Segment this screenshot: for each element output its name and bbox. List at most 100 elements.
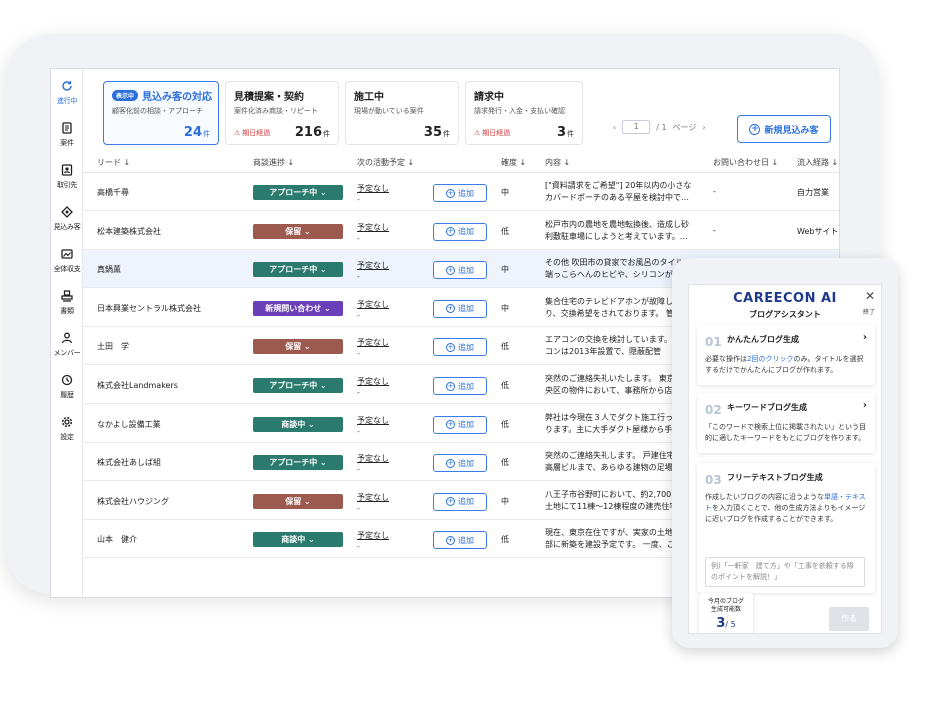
progress-status-dropdown[interactable]: アプローチ中 ⌄ <box>253 455 343 471</box>
count-unit: 件 <box>203 130 210 138</box>
inquiry-date: - <box>713 187 716 196</box>
inquiry-date: - <box>713 225 716 235</box>
col-lead[interactable]: リード ↓ <box>97 157 130 168</box>
next-activity[interactable]: 予定なし <box>357 299 389 310</box>
prev-page-button[interactable]: ‹ <box>613 123 616 132</box>
confidence: 低 <box>501 535 509 545</box>
overdue-alert: ⚠ 期日経過 <box>474 128 510 138</box>
card-title: 請求中 <box>474 92 504 103</box>
assistant-title: ブログアシスタント <box>749 310 821 319</box>
lead-name[interactable]: 高橋千尋 <box>97 187 129 198</box>
lead-name[interactable]: 真鍋薫 <box>97 264 121 275</box>
option-description: 作成したいブログの内容に沿うような単語・テキストを入力頂くことで、他の生成方法よ… <box>705 492 867 525</box>
next-activity[interactable]: 予定なし <box>357 222 389 233</box>
next-activity[interactable]: 予定なし <box>357 376 389 387</box>
col-progress[interactable]: 商談進捗 ↓ <box>253 157 294 168</box>
sidebar-item-settings[interactable]: 設定 <box>51 415 83 442</box>
create-button[interactable]: 作る <box>829 607 869 631</box>
progress-status-dropdown[interactable]: 商談中 ⌄ <box>253 532 343 548</box>
col-confidence[interactable]: 確度 ↓ <box>501 157 526 168</box>
add-activity-button[interactable]: + 追加 <box>433 184 487 202</box>
sidebar-item-label: 進行中 <box>56 97 78 105</box>
col-source[interactable]: 流入経路 ↓ <box>797 157 838 168</box>
count-value: 24 <box>183 125 202 140</box>
sidebar-item-in-progress[interactable]: 進行中 <box>51 79 83 106</box>
displaying-badge: 表示中 <box>112 90 139 101</box>
progress-status-dropdown[interactable]: 保留 ⌄ <box>253 339 343 355</box>
sidebar-item-clients[interactable]: 取引先 <box>51 163 83 190</box>
sidebar-item-documents[interactable]: 書類 <box>51 289 83 316</box>
add-activity-button[interactable]: + 追加 <box>433 377 487 395</box>
warning-icon: ⚠ <box>474 129 481 137</box>
confidence: 低 <box>501 226 509 236</box>
next-page-button[interactable]: › <box>702 123 705 132</box>
confidence: 中 <box>501 303 509 313</box>
page-input[interactable]: 1 <box>622 120 651 134</box>
count-unit: 件 <box>443 130 450 138</box>
col-inquiry-date[interactable]: お問い合わせ日 ↓ <box>713 157 778 168</box>
add-activity-button[interactable]: + 追加 <box>433 338 487 357</box>
new-prospect-button[interactable]: + 新規見込み客 <box>737 115 831 143</box>
next-activity-date: - <box>357 503 360 513</box>
lead-name[interactable]: 株式会社ハウジング <box>97 496 169 507</box>
progress-status-dropdown[interactable]: アプローチ中 ⌄ <box>253 378 343 393</box>
next-activity[interactable]: 予定なし <box>357 530 389 541</box>
plus-icon: + <box>446 342 455 352</box>
add-activity-button[interactable]: + 追加 <box>433 299 487 318</box>
inquiry-content: 松戸市内の農地を農地転換後、造成し砂利敷駐車場にしようと考えています。… <box>545 219 689 241</box>
progress-status-dropdown[interactable]: 新規問い合わせ ⌄ <box>253 300 343 316</box>
sidebar-item-label: 履歴 <box>60 391 74 399</box>
sidebar-item-history[interactable]: 履歴 <box>51 373 83 400</box>
freetext-input[interactable]: 例)「一軒家 建て方」や「工事を依頼する際のポイントを解説！」 <box>705 557 865 587</box>
lead-name[interactable]: 土田 学 <box>97 341 129 352</box>
lead-name[interactable]: 松本建築株式会社 <box>97 226 161 237</box>
card-subtitle: 案件化済み商談・リピート <box>234 107 318 115</box>
sidebar-item-label: 案件 <box>60 139 74 147</box>
next-activity[interactable]: 予定なし <box>357 260 389 271</box>
col-next-activity[interactable]: 次の活動予定 ↓ <box>357 157 414 168</box>
next-activity[interactable]: 予定なし <box>357 492 389 503</box>
progress-status-dropdown[interactable]: 保留 ⌄ <box>253 493 343 509</box>
progress-status-dropdown[interactable]: アプローチ中 ⌄ <box>253 262 343 278</box>
lead-name[interactable]: 日本興業セントラル株式会社 <box>97 303 201 314</box>
table-row[interactable]: 松本建築株式会社 保留 ⌄ 予定なし - + 追加 低 松戸市内の農地を農地転換後、造成し砂利… <box>83 212 839 250</box>
add-activity-button[interactable]: + 追加 <box>433 222 487 241</box>
col-content[interactable]: 内容 ↓ <box>545 157 570 168</box>
add-activity-button[interactable]: + 追加 <box>433 261 487 280</box>
sidebar-item-projects[interactable]: 案件 <box>51 121 83 148</box>
progress-status-dropdown[interactable]: 保留 ⌄ <box>253 223 343 239</box>
next-activity[interactable]: 予定なし <box>357 337 389 348</box>
alert-text: 期日経過 <box>242 129 271 137</box>
card-estimate-contract[interactable]: 見積提案・契約 案件化済み商談・リピート ⚠ 期日経過 216件 <box>225 81 339 145</box>
lead-name[interactable]: 株式会社Landmakers <box>97 380 178 391</box>
history-icon <box>60 373 74 387</box>
add-label: 追加 <box>458 227 474 237</box>
card-under-construction[interactable]: 施工中 現場が動いている案件 35件 <box>345 81 459 145</box>
sidebar: 進行中 案件 取引先 見込み客 全体収支 書類 メンバー 履歴 設定 <box>51 69 83 597</box>
lead-name[interactable]: なかよし設備工業 <box>97 419 161 430</box>
add-activity-button[interactable]: + 追加 <box>433 415 487 434</box>
sidebar-item-members[interactable]: メンバー <box>51 331 83 358</box>
next-activity[interactable]: 予定なし <box>357 183 389 194</box>
add-label: 追加 <box>458 497 474 507</box>
card-invoicing[interactable]: 請求中 請求発行・入金・支払い確認 ⚠ 期日経過 3件 <box>465 81 583 145</box>
card-prospects[interactable]: 表示中 見込み客の対応 顧客化前の相談・アプローチ 24件 <box>103 81 219 145</box>
sidebar-item-prospects[interactable]: 見込み客 <box>51 205 83 232</box>
next-activity[interactable]: 予定なし <box>357 453 389 464</box>
add-activity-button[interactable]: + 追加 <box>433 454 487 473</box>
next-activity-date: - <box>357 542 360 552</box>
progress-status-dropdown[interactable]: アプローチ中 ⌄ <box>253 185 343 200</box>
sidebar-item-overall-balance[interactable]: 全体収支 <box>51 247 83 274</box>
add-activity-button[interactable]: + 追加 <box>433 531 487 550</box>
progress-status-dropdown[interactable]: 商談中 ⌄ <box>253 416 343 432</box>
option-keyword-blog[interactable]: 02 キーワードブログ生成 › 「このワードで検索上位に掲載されたい」という目的… <box>697 393 875 453</box>
close-icon[interactable]: ✕ <box>865 289 875 303</box>
option-easy-blog[interactable]: 01 かんたんブログ生成 › 必要な操作は2回のクリックのみ。タイトルを選択する… <box>697 325 875 385</box>
add-activity-button[interactable]: + 追加 <box>433 492 487 511</box>
next-activity[interactable]: 予定なし <box>357 415 389 426</box>
option-description: 「このワードで検索上位に掲載されたい」という目的に適したキーワードをもとにブログ… <box>705 422 867 444</box>
lead-name[interactable]: 山本 健介 <box>97 534 137 545</box>
lead-name[interactable]: 株式会社あしば組 <box>97 457 161 468</box>
table-row[interactable]: 高橋千尋 アプローチ中 ⌄ 予定なし - + 追加中 ["資料請求をご希望"] 20年以内の… <box>83 173 839 211</box>
chevron-right-icon: › <box>862 400 867 411</box>
